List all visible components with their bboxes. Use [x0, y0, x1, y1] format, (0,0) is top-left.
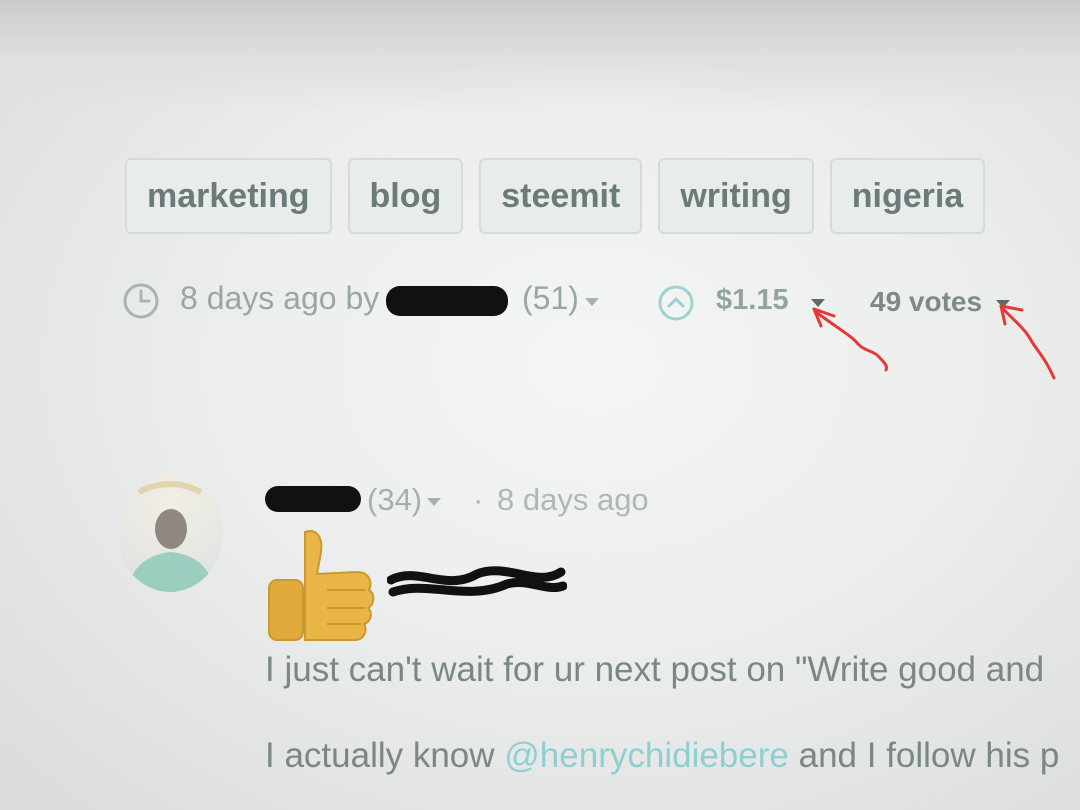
commenter-reputation: (34) — [367, 482, 423, 517]
payout-amount[interactable]: $1.15 — [716, 284, 789, 317]
author-caret-icon[interactable] — [585, 298, 599, 306]
redacted-commenter-name — [265, 486, 361, 512]
comment-line-2: I actually know @henrychidiebere and I f… — [265, 736, 1059, 776]
comment-separator: · — [473, 482, 484, 517]
post-age-text: 8 days ago by — [180, 280, 380, 316]
votes-count[interactable]: 49 votes — [870, 286, 982, 318]
commenter-avatar[interactable] — [117, 474, 223, 592]
tag-nigeria[interactable]: nigeria — [829, 158, 986, 234]
payout-caret-icon[interactable] — [811, 299, 825, 307]
post-meta: 8 days ago by (51) $1.15 49 votes — [122, 276, 1072, 326]
comment-line-2-prefix: I actually know — [265, 736, 505, 775]
comment-line-1: I just can't wait for ur next post on "W… — [265, 650, 1045, 689]
author-reputation: (51) — [522, 280, 579, 316]
clock-icon — [123, 283, 159, 319]
comment-age[interactable]: 8 days ago — [497, 482, 649, 518]
redacted-comment-text — [387, 566, 567, 597]
tag-marketing[interactable]: marketing — [125, 158, 332, 234]
avatar-photo — [127, 481, 215, 592]
comment: (34) · 8 days ago I just can't wait for … — [117, 470, 1077, 810]
screen: marketing blog steemit writing nigeria 8… — [0, 0, 1080, 810]
tag-blog[interactable]: blog — [347, 158, 464, 234]
tag-list: marketing blog steemit writing nigeria — [125, 158, 986, 234]
redacted-author-name — [386, 286, 508, 316]
upvote-circle-icon[interactable] — [657, 284, 695, 322]
comment-line-2-suffix: and I follow his p — [788, 736, 1060, 775]
tag-steemit[interactable]: steemit — [479, 158, 643, 234]
commenter-caret-icon[interactable] — [427, 498, 441, 506]
votes-caret-icon[interactable] — [996, 300, 1010, 308]
comment-header: (34) · 8 days ago — [265, 478, 825, 518]
mention-link[interactable]: @henrychidiebere — [504, 736, 789, 775]
tag-writing[interactable]: writing — [658, 158, 814, 234]
top-shadow-band — [0, 0, 1080, 110]
thumbs-up-emoji — [268, 530, 375, 641]
